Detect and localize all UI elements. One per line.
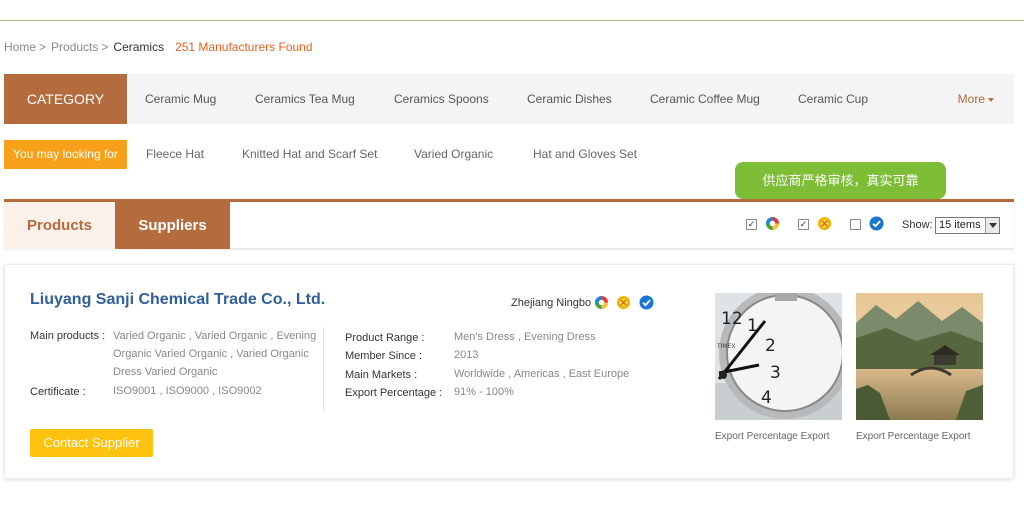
category-item-ceramics-tea-mug[interactable]: Ceramics Tea Mug bbox=[255, 74, 355, 124]
category-item-ceramic-mug[interactable]: Ceramic Mug bbox=[145, 74, 216, 124]
product-photo-clock[interactable]: 12 2 3 4 1 TIMEX bbox=[715, 293, 842, 420]
verification-tooltip: 供应商严格审核，真实可靠 bbox=[735, 162, 946, 199]
chevron-right-icon: > bbox=[101, 40, 109, 54]
more-label: More bbox=[957, 92, 985, 106]
verified-check-icon bbox=[639, 295, 654, 310]
looking-item-hat-gloves-set[interactable]: Hat and Gloves Set bbox=[533, 140, 637, 169]
category-item-ceramic-coffee-mug[interactable]: Ceramic Coffee Mug bbox=[650, 74, 760, 124]
photo-caption-2: Export Percentage Export bbox=[856, 431, 971, 442]
supplier-location: Zhejiang Ningbo bbox=[511, 297, 592, 309]
supplier-card: Liuyang Sanji Chemical Trade Co., Ltd. Z… bbox=[4, 264, 1014, 479]
export-percentage-label: Export Percentage : bbox=[345, 387, 443, 399]
looking-item-fleece-hat[interactable]: Fleece Hat bbox=[146, 140, 204, 169]
product-range-label: Product Range : bbox=[345, 332, 425, 344]
filter-checkbox-verified[interactable] bbox=[850, 219, 861, 230]
breadcrumb-current: Ceramics bbox=[113, 40, 165, 54]
svg-text:2: 2 bbox=[765, 336, 776, 356]
company-name-link[interactable]: Liuyang Sanji Chemical Trade Co., Ltd. bbox=[30, 291, 325, 309]
category-item-ceramics-spoons[interactable]: Ceramics Spoons bbox=[394, 74, 489, 124]
member-since-value: 2013 bbox=[454, 349, 479, 361]
breadcrumb: Home > Products > Ceramics 251 Manufactu… bbox=[4, 40, 313, 54]
chevron-right-icon: > bbox=[39, 40, 47, 54]
info-divider bbox=[323, 327, 324, 411]
filter-checkbox-medal[interactable]: ✓ bbox=[798, 219, 809, 230]
svg-text:TIMEX: TIMEX bbox=[716, 343, 736, 350]
manufacturers-found-count: 251 Manufacturers Found bbox=[175, 40, 313, 54]
rainbow-badge-icon bbox=[594, 295, 609, 310]
contact-supplier-button[interactable]: Contact Supplier bbox=[30, 429, 153, 457]
breadcrumb-home[interactable]: Home bbox=[4, 40, 36, 54]
top-rule bbox=[0, 20, 1024, 21]
verified-check-icon bbox=[869, 216, 884, 231]
category-item-ceramic-cup[interactable]: Ceramic Cup bbox=[798, 74, 868, 124]
main-markets-value: Worldwide , Americas , East Europe bbox=[454, 368, 630, 380]
product-range-value: Men's Dress , Evening Dress bbox=[454, 331, 596, 343]
filter-checkbox-rainbow[interactable]: ✓ bbox=[746, 219, 757, 230]
main-products-label: Main products : bbox=[30, 330, 106, 342]
main-products-value: Varied Organic , Varied Organic , Evenin… bbox=[113, 330, 317, 378]
svg-text:4: 4 bbox=[761, 388, 772, 408]
svg-text:3: 3 bbox=[770, 363, 781, 383]
member-since-label: Member Since : bbox=[345, 350, 423, 362]
photo-caption-1: Export Percentage Export bbox=[715, 431, 830, 442]
looking-item-knitted-hat-scarf[interactable]: Knitted Hat and Scarf Set bbox=[242, 140, 377, 169]
export-percentage-value: 91% - 100% bbox=[454, 386, 514, 398]
category-bar: CATEGORY Ceramic Mug Ceramics Tea Mug Ce… bbox=[4, 74, 1014, 124]
gold-medal-icon bbox=[817, 216, 832, 231]
more-categories-button[interactable]: More bbox=[958, 74, 994, 124]
product-photo-landscape[interactable] bbox=[856, 293, 983, 420]
certificate-label: Certificate : bbox=[30, 386, 86, 398]
caret-down-icon bbox=[988, 97, 994, 102]
show-label: Show: bbox=[902, 219, 933, 231]
rainbow-badge-icon bbox=[765, 216, 780, 231]
looking-item-varied-organic[interactable]: Varied Organic bbox=[414, 140, 493, 169]
tab-suppliers[interactable]: Suppliers bbox=[115, 202, 230, 249]
items-per-page-select[interactable]: 15 items bbox=[935, 217, 1000, 234]
dropdown-arrow-icon bbox=[985, 218, 999, 233]
gold-medal-icon bbox=[616, 295, 631, 310]
category-item-ceramic-dishes[interactable]: Ceramic Dishes bbox=[527, 74, 612, 124]
category-label[interactable]: CATEGORY bbox=[4, 74, 127, 124]
svg-text:12: 12 bbox=[721, 309, 743, 329]
looking-for-label: You may looking for bbox=[4, 140, 127, 169]
certificate-value: ISO9001 , ISO9000 , ISO9002 bbox=[113, 385, 262, 397]
breadcrumb-products[interactable]: Products bbox=[51, 40, 98, 54]
main-markets-label: Main Markets : bbox=[345, 369, 418, 381]
tab-products[interactable]: Products bbox=[4, 202, 115, 249]
items-per-page-value: 15 items bbox=[939, 219, 981, 231]
tabs-bar: Products Suppliers bbox=[4, 202, 1014, 249]
